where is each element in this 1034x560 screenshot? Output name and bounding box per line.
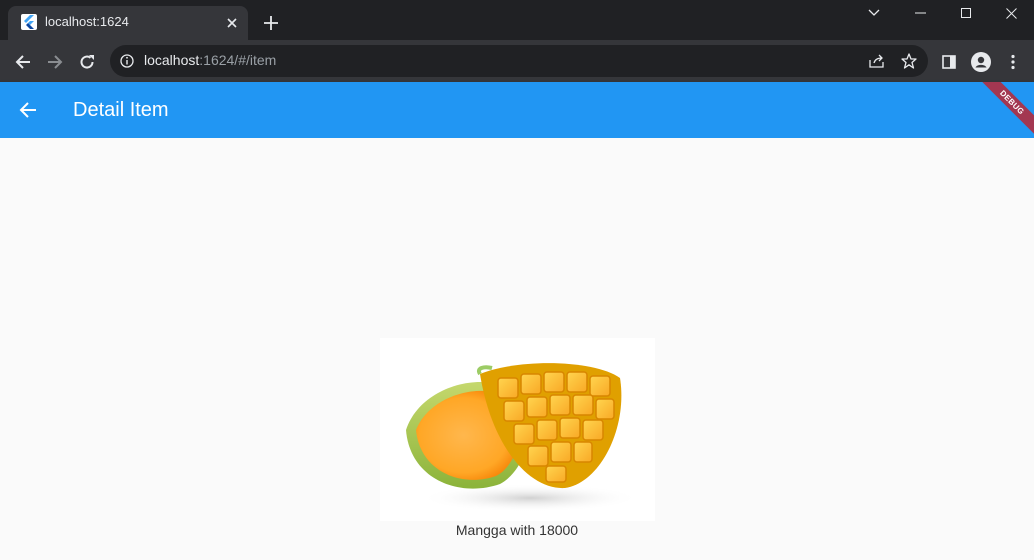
menu-kebab-icon[interactable]: [999, 48, 1027, 76]
new-tab-plus-icon[interactable]: [258, 10, 284, 36]
tab-strip: localhost:1624: [0, 0, 1034, 40]
bookmark-star-icon[interactable]: [900, 52, 918, 70]
back-arrow-icon[interactable]: [9, 48, 37, 76]
minimize-icon[interactable]: [897, 0, 943, 26]
address-bar[interactable]: localhost:1624/#/item: [110, 45, 928, 77]
profile-avatar-icon[interactable]: [967, 48, 995, 76]
item-caption: Mangga with 18000: [455, 522, 579, 538]
page-body: Mangga with 18000: [0, 138, 1034, 560]
flutter-favicon-icon: [21, 14, 37, 30]
reload-icon[interactable]: [73, 48, 101, 76]
browser-toolbar: localhost:1624/#/item: [0, 40, 1034, 82]
debug-banner: DEBUG: [976, 82, 1034, 138]
tab-title: localhost:1624: [45, 14, 129, 29]
share-icon[interactable]: [868, 52, 886, 70]
url-text: localhost:1624/#/item: [144, 52, 276, 68]
forward-arrow-icon[interactable]: [41, 48, 69, 76]
app-bar: Detail Item DEBUG: [0, 82, 1034, 138]
tab-close-icon[interactable]: [222, 13, 242, 33]
maximize-icon[interactable]: [943, 0, 989, 26]
site-info-icon[interactable]: [118, 52, 136, 70]
window-close-icon[interactable]: [988, 0, 1034, 26]
side-panel-icon[interactable]: [935, 48, 963, 76]
url-path: :1624/#/item: [199, 52, 277, 68]
tab-search-chevron-icon[interactable]: [851, 0, 897, 26]
page-title: Detail Item: [73, 99, 169, 121]
appbar-back-arrow-icon[interactable]: [14, 96, 42, 124]
url-host: localhost: [144, 52, 200, 68]
browser-tab[interactable]: localhost:1624: [8, 6, 248, 40]
mango-image: [380, 338, 655, 521]
